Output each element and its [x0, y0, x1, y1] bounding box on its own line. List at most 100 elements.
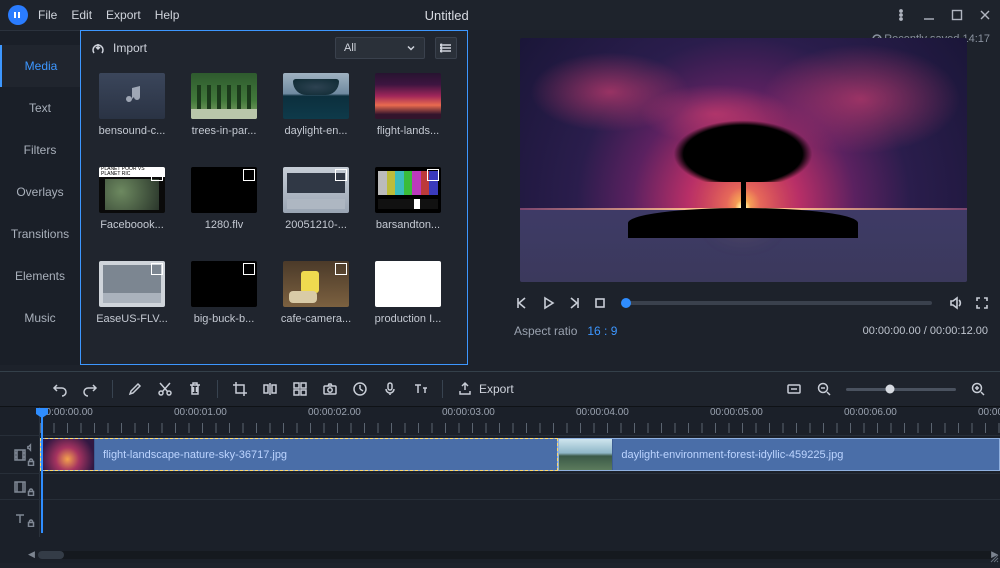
side-tabs: Media Text Filters Overlays Transitions … — [0, 30, 80, 365]
zoom-fit-button[interactable] — [786, 381, 802, 397]
scrollbar-thumb[interactable] — [38, 551, 64, 559]
timeline-ruler[interactable]: 00:00:00.00 00:00:01.00 00:00:02.00 00:0… — [40, 407, 1000, 435]
stop-button[interactable] — [592, 295, 608, 311]
timeline-clip[interactable]: flight-landscape-nature-sky-36717.jpg — [40, 438, 558, 471]
undo-button[interactable] — [52, 381, 68, 397]
maximize-icon[interactable] — [950, 8, 964, 22]
film-icon — [13, 480, 27, 494]
list-view-toggle[interactable] — [435, 37, 457, 59]
tab-elements[interactable]: Elements — [0, 255, 80, 297]
fullscreen-button[interactable] — [974, 295, 990, 311]
snapshot-button[interactable] — [322, 381, 338, 397]
edit-pencil-button[interactable] — [127, 381, 143, 397]
ruler-tick: 00:00:07.0 — [978, 407, 1000, 418]
tab-text[interactable]: Text — [0, 87, 80, 129]
clip-thumbnail — [41, 439, 95, 470]
media-item[interactable]: Faceboook... — [89, 167, 175, 239]
aspect-ratio-label: Aspect ratio — [514, 324, 577, 338]
clip-label: flight-landscape-nature-sky-36717.jpg — [95, 449, 287, 461]
overlay-track[interactable] — [40, 474, 1000, 499]
lock-icon[interactable] — [27, 485, 35, 499]
menu-file[interactable]: File — [38, 8, 57, 22]
media-item[interactable]: big-buck-b... — [181, 261, 267, 333]
tab-media[interactable]: Media — [0, 45, 80, 87]
preview-progress[interactable] — [624, 301, 932, 305]
mute-icon[interactable] — [26, 443, 35, 452]
media-filter-select[interactable]: All — [335, 37, 425, 59]
prev-frame-button[interactable] — [514, 295, 530, 311]
media-item[interactable]: bensound-c... — [89, 73, 175, 145]
text-style-button[interactable] — [412, 381, 428, 397]
tab-transitions[interactable]: Transitions — [0, 213, 80, 255]
media-panel: Import All bensound-c... trees-in-par...… — [80, 30, 468, 365]
media-item[interactable]: barsandton... — [365, 167, 451, 239]
window-title: Untitled — [179, 8, 894, 23]
voiceover-button[interactable] — [382, 381, 398, 397]
delete-button[interactable] — [187, 381, 203, 397]
clip-label: daylight-environment-forest-idyllic-4592… — [613, 449, 843, 461]
music-note-icon — [120, 84, 144, 108]
film-icon — [13, 448, 27, 462]
scroll-left-icon[interactable]: ◀ — [28, 549, 35, 560]
lock-icon[interactable] — [27, 516, 35, 530]
export-button[interactable]: Export — [457, 381, 514, 397]
chevron-down-icon — [406, 43, 416, 53]
resize-grip-icon[interactable] — [989, 552, 999, 562]
split-button[interactable] — [262, 381, 278, 397]
timeline-playhead[interactable] — [41, 408, 43, 533]
media-item[interactable]: flight-lands... — [365, 73, 451, 145]
app-logo — [8, 5, 28, 25]
play-button[interactable] — [540, 295, 556, 311]
titlebar: File Edit Export Help Untitled — [0, 0, 1000, 30]
menu-help[interactable]: Help — [155, 8, 180, 22]
playhead-handle[interactable] — [621, 298, 631, 308]
timeline-toolbar: Export — [0, 371, 1000, 407]
timeline: 00:00:00.00 00:00:01.00 00:00:02.00 00:0… — [0, 407, 1000, 563]
media-item[interactable]: trees-in-par... — [181, 73, 267, 145]
aspect-ratio-value[interactable]: 16 : 9 — [587, 324, 617, 338]
close-icon[interactable] — [978, 8, 992, 22]
speed-button[interactable] — [352, 381, 368, 397]
import-icon — [91, 41, 105, 55]
ruler-tick: 00:00:03.00 — [442, 407, 495, 418]
ruler-tick: 00:00:05.00 — [710, 407, 763, 418]
zoom-out-button[interactable] — [816, 381, 832, 397]
ruler-tick: 00:00:06.00 — [844, 407, 897, 418]
tab-filters[interactable]: Filters — [0, 129, 80, 171]
media-item[interactable]: cafe-camera... — [273, 261, 359, 333]
media-item[interactable]: daylight-en... — [273, 73, 359, 145]
minimize-icon[interactable] — [922, 8, 936, 22]
video-track-head[interactable] — [0, 436, 40, 473]
text-icon — [13, 512, 27, 526]
cut-button[interactable] — [157, 381, 173, 397]
preview-viewport[interactable] — [520, 38, 967, 282]
timeline-scrollbar[interactable] — [38, 551, 994, 559]
text-track[interactable] — [40, 500, 1000, 537]
crop-button[interactable] — [232, 381, 248, 397]
volume-button[interactable] — [948, 295, 964, 311]
video-track[interactable]: flight-landscape-nature-sky-36717.jpg da… — [40, 436, 1000, 473]
tab-overlays[interactable]: Overlays — [0, 171, 80, 213]
more-icon[interactable] — [894, 8, 908, 22]
zoom-slider-handle[interactable] — [886, 385, 895, 394]
overlay-track-head[interactable] — [0, 474, 40, 499]
zoom-slider[interactable] — [846, 388, 956, 391]
menu-export[interactable]: Export — [106, 8, 141, 22]
preview-timecode: 00:00:00.00 / 00:00:12.00 — [863, 325, 988, 337]
media-item[interactable]: production I... — [365, 261, 451, 333]
ruler-tick: 00:00:01.00 — [174, 407, 227, 418]
media-item[interactable]: EaseUS-FLV... — [89, 261, 175, 333]
clip-thumbnail — [559, 439, 613, 470]
zoom-in-button[interactable] — [970, 381, 986, 397]
media-item[interactable]: 20051210-... — [273, 167, 359, 239]
lock-icon[interactable] — [27, 455, 35, 469]
next-frame-button[interactable] — [566, 295, 582, 311]
text-track-head[interactable] — [0, 500, 40, 537]
import-button[interactable]: Import — [91, 41, 147, 55]
mosaic-button[interactable] — [292, 381, 308, 397]
menu-edit[interactable]: Edit — [71, 8, 92, 22]
media-item[interactable]: 1280.flv — [181, 167, 267, 239]
redo-button[interactable] — [82, 381, 98, 397]
timeline-clip[interactable]: daylight-environment-forest-idyllic-4592… — [558, 438, 1000, 471]
tab-music[interactable]: Music — [0, 297, 80, 339]
